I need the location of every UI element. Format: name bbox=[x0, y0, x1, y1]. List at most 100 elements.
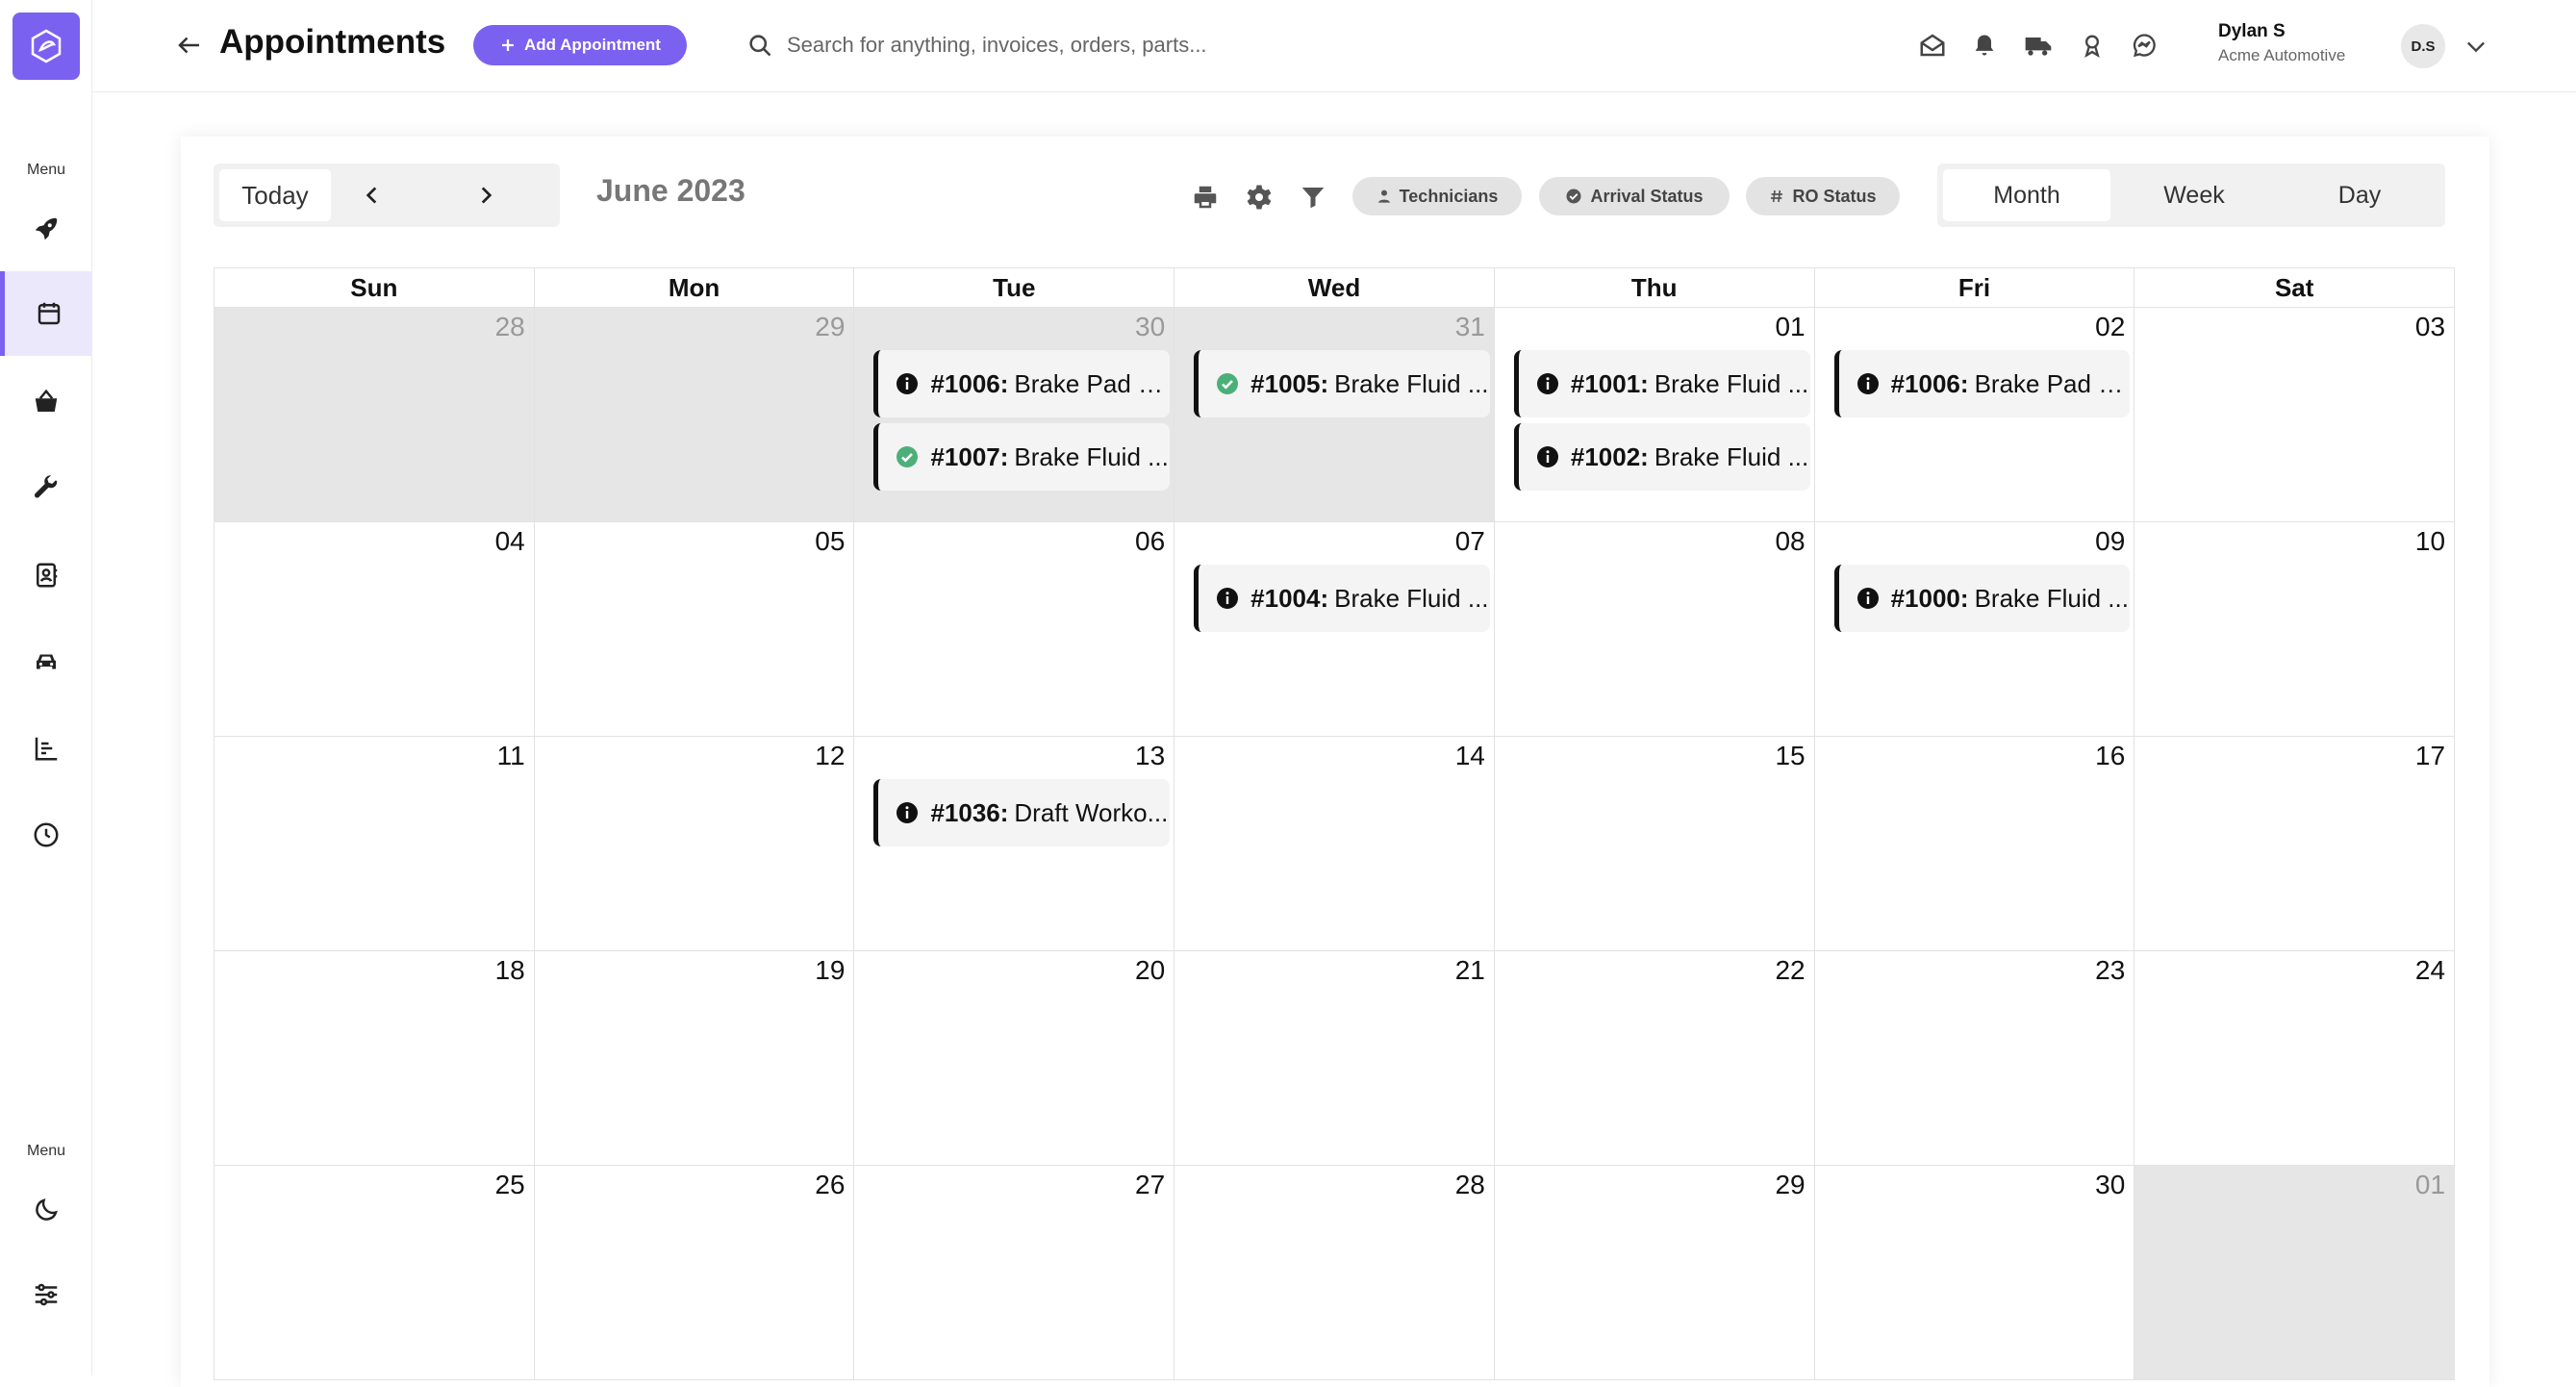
awards-button[interactable] bbox=[2076, 29, 2109, 62]
shipments-button[interactable] bbox=[2022, 29, 2055, 62]
day-cell[interactable]: 19 bbox=[534, 951, 855, 1166]
day-cell[interactable]: 23 bbox=[1814, 951, 2135, 1166]
add-appointment-button[interactable]: Add Appointment bbox=[473, 25, 687, 65]
sidebar-item-services[interactable] bbox=[0, 446, 92, 531]
back-arrow-icon[interactable] bbox=[175, 31, 204, 60]
add-appointment-label: Add Appointment bbox=[524, 36, 661, 54]
month-grid: Sun Mon Tue Wed Thu Fri Sat 28 29 30 #1006:… bbox=[214, 267, 2456, 1380]
weekday-header: Mon bbox=[535, 268, 855, 307]
day-cell[interactable]: 05 bbox=[534, 522, 855, 737]
today-button[interactable]: Today bbox=[219, 169, 331, 221]
avatar[interactable]: D.S bbox=[2401, 24, 2445, 68]
inbox-button[interactable] bbox=[1916, 29, 1949, 62]
day-cell[interactable]: 29 bbox=[1494, 1166, 1815, 1380]
calendar-settings-button[interactable] bbox=[1243, 181, 1275, 214]
sidebar-item-vehicles[interactable] bbox=[0, 619, 92, 704]
day-cell[interactable]: 11 bbox=[215, 737, 535, 951]
day-cell[interactable]: 01 #1001: Brake Fluid ... #1002: Brake Fluid… bbox=[1494, 308, 1815, 522]
next-month-button[interactable] bbox=[466, 175, 506, 215]
day-cell[interactable]: 09 #1000: Brake Fluid ... bbox=[1814, 522, 2135, 737]
day-cell[interactable]: 14 bbox=[1174, 737, 1495, 951]
printer-icon bbox=[1194, 186, 1217, 209]
ro-status-chip-label: RO Status bbox=[1792, 186, 1877, 206]
technicians-filter-chip[interactable]: Technicians bbox=[1352, 177, 1522, 215]
sidebar-item-contacts[interactable] bbox=[0, 533, 92, 618]
day-cell[interactable]: 01 bbox=[2134, 1166, 2456, 1380]
day-cell[interactable]: 28 bbox=[215, 308, 535, 522]
sidebar-item-dark-mode[interactable] bbox=[0, 1168, 92, 1252]
sidebar-item-orders[interactable] bbox=[0, 360, 92, 444]
day-cell[interactable]: 24 bbox=[2134, 951, 2456, 1166]
appointment-event[interactable]: #1002: Brake Fluid ... bbox=[1513, 423, 1810, 491]
bar-chart-icon bbox=[35, 737, 58, 761]
sidebar-item-appointments[interactable] bbox=[0, 271, 92, 356]
day-cell[interactable]: 27 bbox=[854, 1166, 1175, 1380]
day-number: 11 bbox=[496, 741, 525, 770]
sidebar-item-history[interactable] bbox=[0, 793, 92, 877]
day-cell[interactable]: 17 bbox=[2134, 737, 2456, 951]
day-cell[interactable]: 30 #1006: Brake Pad R... #1007: Brake Fluid … bbox=[854, 308, 1175, 522]
appointment-title: Brake Fluid ... bbox=[1974, 583, 2129, 613]
day-cell[interactable]: 02 #1006: Brake Pad R... bbox=[1814, 308, 2135, 522]
messenger-icon bbox=[2133, 34, 2156, 58]
day-number: 24 bbox=[2414, 955, 2446, 985]
day-cell[interactable]: 16 bbox=[1814, 737, 2135, 951]
day-cell[interactable]: 26 bbox=[534, 1166, 855, 1380]
day-cell[interactable]: 31 #1005: Brake Fluid ... bbox=[1174, 308, 1495, 522]
weekday-header: Thu bbox=[1495, 268, 1815, 307]
day-cell[interactable]: 20 bbox=[854, 951, 1175, 1166]
day-number: 23 bbox=[2095, 955, 2126, 985]
previous-month-button[interactable] bbox=[352, 175, 392, 215]
month-view-button[interactable]: Month bbox=[1943, 169, 2110, 221]
day-cell[interactable]: 07 #1004: Brake Fluid ... bbox=[1174, 522, 1495, 737]
search-input[interactable] bbox=[787, 25, 1460, 65]
appointment-event[interactable]: #1000: Brake Fluid ... bbox=[1833, 565, 2131, 632]
week-row: 25 26 27 28 29 30 01 bbox=[214, 1166, 2456, 1380]
day-cell[interactable]: 18 bbox=[215, 951, 535, 1166]
info-icon bbox=[1856, 373, 1879, 394]
sidebar-item-settings[interactable] bbox=[0, 1252, 92, 1337]
day-cell[interactable]: 06 bbox=[854, 522, 1175, 737]
print-button[interactable] bbox=[1189, 181, 1222, 214]
day-cell[interactable]: 10 bbox=[2134, 522, 2456, 737]
calendar-card: Today June 2023 Technicians Arrival Stat… bbox=[181, 137, 2489, 1387]
day-cell[interactable]: 08 bbox=[1494, 522, 1815, 737]
notifications-button[interactable] bbox=[1968, 29, 2001, 62]
day-cell[interactable]: 28 bbox=[1174, 1166, 1495, 1380]
appointment-event[interactable]: #1004: Brake Fluid ... bbox=[1194, 565, 1490, 632]
day-cell[interactable]: 15 bbox=[1494, 737, 1815, 951]
appointment-id: #1005: bbox=[1250, 368, 1329, 398]
sidebar-item-dashboard[interactable] bbox=[0, 187, 92, 271]
day-cell[interactable]: 12 bbox=[534, 737, 855, 951]
bell-icon bbox=[1975, 35, 1994, 56]
sidebar-item-reports[interactable] bbox=[0, 706, 92, 791]
appointment-event[interactable]: #1006: Brake Pad R... bbox=[873, 350, 1171, 417]
user-name: Dylan S bbox=[2218, 21, 2286, 41]
appointment-event[interactable]: #1005: Brake Fluid ... bbox=[1194, 350, 1490, 417]
top-bar: Appointments Add Appointment Dylan S Acm… bbox=[92, 0, 2576, 92]
arrival-status-filter-chip[interactable]: Arrival Status bbox=[1539, 177, 1730, 215]
day-cell[interactable]: 04 bbox=[215, 522, 535, 737]
day-cell[interactable]: 13 #1036: Draft Worko... bbox=[854, 737, 1175, 951]
day-cell[interactable]: 29 bbox=[534, 308, 855, 522]
appointment-event[interactable]: #1001: Brake Fluid ... bbox=[1513, 350, 1810, 417]
week-view-button[interactable]: Week bbox=[2112, 169, 2276, 221]
day-number: 25 bbox=[494, 1170, 525, 1199]
messenger-button[interactable] bbox=[2128, 29, 2160, 62]
ro-status-filter-chip[interactable]: RO Status bbox=[1746, 177, 1900, 215]
day-view-button[interactable]: Day bbox=[2280, 169, 2439, 221]
day-cell[interactable]: 30 bbox=[1814, 1166, 2135, 1380]
day-cell[interactable]: 21 bbox=[1174, 951, 1495, 1166]
appointment-event[interactable]: #1036: Draft Worko... bbox=[873, 779, 1171, 846]
day-cell[interactable]: 25 bbox=[215, 1166, 535, 1380]
app-logo[interactable] bbox=[13, 13, 80, 80]
day-number: 07 bbox=[1454, 526, 1485, 556]
appointment-event[interactable]: #1006: Brake Pad R... bbox=[1833, 350, 2131, 417]
filter-button[interactable] bbox=[1297, 181, 1329, 214]
chevron-down-icon[interactable] bbox=[2462, 33, 2489, 60]
day-cell[interactable]: 03 bbox=[2134, 308, 2456, 522]
appointment-event[interactable]: #1007: Brake Fluid ... bbox=[873, 423, 1171, 491]
day-cell[interactable]: 22 bbox=[1494, 951, 1815, 1166]
user-org: Acme Automotive bbox=[2218, 46, 2346, 64]
day-number: 15 bbox=[1775, 741, 1806, 770]
